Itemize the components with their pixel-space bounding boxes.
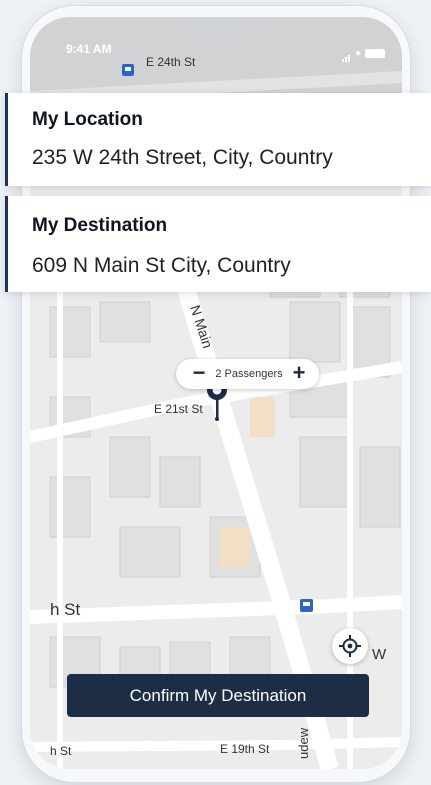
confirm-destination-button[interactable]: Confirm My Destination — [67, 674, 369, 717]
status-time: 9:41 AM — [66, 42, 112, 56]
wifi-icon: ● — [355, 47, 362, 59]
passenger-stepper: − 2 Passengers + — [176, 359, 319, 389]
street-label-e21st: E 21st St — [154, 402, 203, 416]
decrement-passengers-button[interactable]: − — [186, 359, 212, 389]
speaker-grille — [188, 27, 250, 33]
origin-accent-bar — [5, 93, 8, 186]
origin-address[interactable]: 235 W 24th Street, City, Country — [32, 146, 333, 170]
cellular-signal-icon — [342, 44, 351, 62]
increment-passengers-button[interactable]: + — [286, 359, 312, 389]
crosshair-icon — [339, 635, 361, 657]
street-label-udew: udew — [296, 727, 311, 759]
status-bar: 9:41 AM ● — [30, 17, 402, 67]
origin-title: My Location — [32, 109, 143, 130]
destination-address[interactable]: 609 N Main St City, Country — [32, 254, 291, 278]
locate-me-button[interactable] — [332, 628, 368, 664]
battery-icon — [365, 48, 386, 58]
street-label-w: W — [372, 646, 387, 663]
bus-stop-icon — [300, 599, 313, 612]
destination-card[interactable]: My Destination 609 N Main St City, Count… — [5, 196, 431, 292]
status-icons: ● — [342, 44, 386, 62]
street-label-e19th: E 19th St — [220, 742, 270, 756]
destination-title: My Destination — [32, 215, 168, 236]
passenger-count-label: 2 Passengers — [215, 368, 283, 380]
street-label-hst-bottom: h St — [50, 744, 72, 758]
front-camera — [256, 25, 266, 35]
street-label-hst: h St — [50, 600, 81, 619]
destination-accent-bar — [5, 196, 8, 292]
origin-card[interactable]: My Location 235 W 24th Street, City, Cou… — [5, 93, 431, 186]
